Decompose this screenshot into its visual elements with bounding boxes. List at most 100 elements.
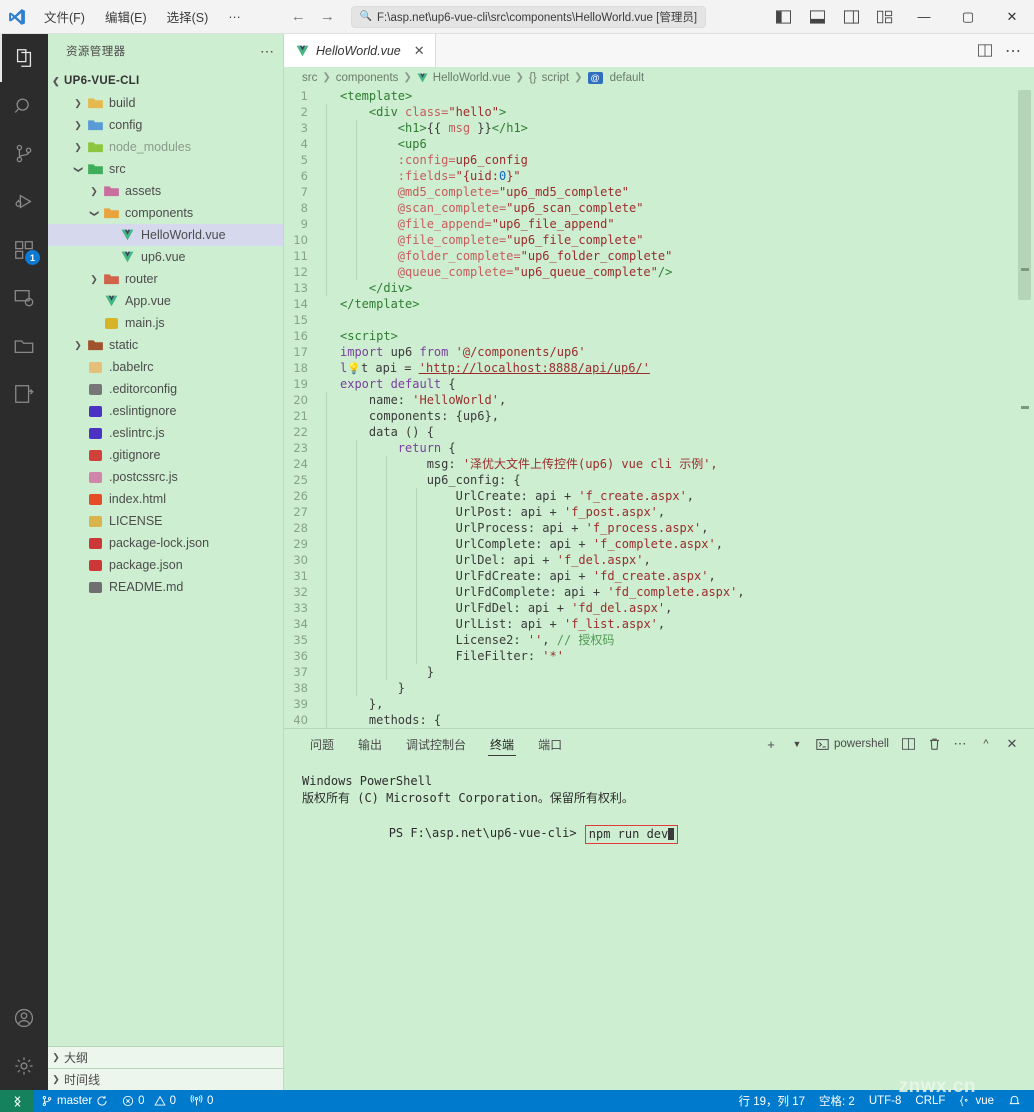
status-encoding[interactable]: UTF-8 (862, 1090, 909, 1112)
terminal-output[interactable]: Windows PowerShell 版权所有 (C) Microsoft Co… (284, 759, 1034, 860)
code-line[interactable]: 23 return { (284, 440, 1034, 456)
activity-item-remote-explorer[interactable] (0, 274, 48, 322)
code-line[interactable]: 40 methods: { (284, 712, 1034, 728)
remote-indicator-icon[interactable] (0, 1090, 34, 1112)
code-line[interactable]: 20 name: 'HelloWorld', (284, 392, 1034, 408)
code-line[interactable]: 39 }, (284, 696, 1034, 712)
activity-item-project-manager[interactable] (0, 322, 48, 370)
breadcrumb-components[interactable]: components (336, 72, 399, 84)
activity-item-source-control[interactable] (0, 130, 48, 178)
tree-file-index.html[interactable]: ❯index.html (48, 488, 283, 510)
tree-file-package.json[interactable]: ❯package.json (48, 554, 283, 576)
breadcrumb-src[interactable]: src (302, 72, 317, 84)
panel-tab-output[interactable]: 输出 (346, 729, 394, 759)
code-line[interactable]: 12 @queue_complete="up6_queue_complete"/… (284, 264, 1034, 280)
panel-tab-terminal[interactable]: 终端 (478, 729, 526, 759)
code-line[interactable]: 36 FileFilter: '*' (284, 648, 1034, 664)
code-line[interactable]: 35 License2: '', // 授权码 (284, 632, 1034, 648)
breadcrumb-file[interactable]: HelloWorld.vue (433, 72, 511, 84)
tree-file-.editorconfig[interactable]: ❯.editorconfig (48, 378, 283, 400)
code-line[interactable]: 24 msg: '泽优大文件上传控件(up6) vue cli 示例', (284, 456, 1034, 472)
tree-folder-assets[interactable]: ❯ assets (48, 180, 283, 202)
terminal-command-highlight[interactable]: npm run dev (584, 825, 679, 844)
code-line[interactable]: 31 UrlFdCreate: api + 'fd_create.aspx', (284, 568, 1034, 584)
code-line[interactable]: 19 export default { (284, 376, 1034, 392)
toggle-primary-sidebar-icon[interactable] (766, 0, 800, 34)
code-line[interactable]: 8 @scan_complete="up6_scan_complete" (284, 200, 1034, 216)
menu-file[interactable]: 文件(F) (36, 4, 93, 29)
sidebar-section-timeline[interactable]: ❯ 时间线 (48, 1068, 283, 1090)
trash-icon[interactable] (922, 731, 946, 757)
tree-folder-src[interactable]: ❮ src (48, 158, 283, 180)
sync-icon[interactable] (96, 1095, 108, 1107)
menu-edit[interactable]: 编辑(E) (97, 4, 155, 29)
toggle-secondary-sidebar-icon[interactable] (834, 0, 868, 34)
status-eol[interactable]: CRLF (908, 1090, 952, 1112)
code-line[interactable]: 34 UrlList: api + 'f_list.aspx', (284, 616, 1034, 632)
panel-tab-debug-console[interactable]: 调试控制台 (394, 729, 478, 759)
tree-folder-build[interactable]: ❯ build (48, 92, 283, 114)
code-line[interactable]: 15 (284, 312, 1034, 328)
tree-file-.gitignore[interactable]: ❯.gitignore (48, 444, 283, 466)
more-actions-icon[interactable]: ⋯ (1000, 38, 1026, 64)
code-line[interactable]: 22 data () { (284, 424, 1034, 440)
more-actions-icon[interactable]: ⋯ (260, 43, 275, 60)
split-terminal-icon[interactable] (896, 731, 920, 757)
code-line[interactable]: 4 <up6 (284, 136, 1034, 152)
close-button[interactable]: ✕ (990, 0, 1034, 34)
tree-folder-static[interactable]: ❯ static (48, 334, 283, 356)
code-line[interactable]: 7 @md5_complete="up6_md5_complete" (284, 184, 1034, 200)
code-line[interactable]: 18 l💡t api = 'http://localhost:8888/api/u… (284, 360, 1034, 376)
tree-file-.eslintrc.js[interactable]: ❯.eslintrc.js (48, 422, 283, 444)
tree-file-.eslintignore[interactable]: ❯.eslintignore (48, 400, 283, 422)
breadcrumb-default[interactable]: default (610, 72, 645, 84)
panel-tab-problems[interactable]: 问题 (298, 729, 346, 759)
activity-item-extensions[interactable]: 1 (0, 226, 48, 274)
code-line[interactable]: 27 UrlPost: api + 'f_post.aspx', (284, 504, 1034, 520)
chevron-down-icon[interactable]: ▼ (785, 731, 809, 757)
menu-bar[interactable]: 文件(F) 编辑(E) 选择(S) ··· (36, 4, 249, 29)
go-back-icon[interactable]: ← (291, 8, 306, 25)
sidebar-section-outline[interactable]: ❯ 大纲 (48, 1046, 283, 1068)
split-editor-icon[interactable] (972, 38, 998, 64)
tree-file-up6.vue[interactable]: ❯up6.vue (48, 246, 283, 268)
close-icon[interactable]: ✕ (1000, 731, 1024, 757)
tree-file-README.md[interactable]: ❯README.md (48, 576, 283, 598)
code-line[interactable]: 37 } (284, 664, 1034, 680)
code-line[interactable]: 11 @folder_complete="up6_folder_complete… (284, 248, 1034, 264)
code-line[interactable]: 6 :fields="{uid:0}" (284, 168, 1034, 184)
activity-item-code-runner[interactable] (0, 370, 48, 418)
tree-file-HelloWorld.vue[interactable]: ❯HelloWorld.vue (48, 224, 283, 246)
maximize-button[interactable]: ▢ (946, 0, 990, 34)
minimize-button[interactable]: — (902, 0, 946, 34)
tree-file-App.vue[interactable]: ❯App.vue (48, 290, 283, 312)
tree-file-package-lock.json[interactable]: ❯package-lock.json (48, 532, 283, 554)
code-line[interactable]: 38 } (284, 680, 1034, 696)
code-line[interactable]: 1 <template> (284, 88, 1034, 104)
status-cursor-position[interactable]: 行 19，列 17 (732, 1090, 812, 1112)
code-line[interactable]: 28 UrlProcess: api + 'f_process.aspx', (284, 520, 1034, 536)
more-actions-icon[interactable]: ⋯ (948, 731, 972, 757)
bell-icon[interactable] (1001, 1090, 1028, 1112)
toggle-panel-icon[interactable] (800, 0, 834, 34)
tree-file-.babelrc[interactable]: ❯.babelrc (48, 356, 283, 378)
menu-selection[interactable]: 选择(S) (159, 4, 217, 29)
code-line[interactable]: 2 <div class="hello"> (284, 104, 1034, 120)
code-editor[interactable]: 1 <template> 2 <div class="hello"> 3 <h1>{{… (284, 88, 1034, 728)
tree-folder-components[interactable]: ❮ components (48, 202, 283, 224)
code-line[interactable]: 10 @file_complete="up6_file_complete" (284, 232, 1034, 248)
code-line[interactable]: 17 import up6 from '@/components/up6' (284, 344, 1034, 360)
terminal-prompt-line[interactable]: PS F:\asp.net\up6-vue-cli> npm run dev (302, 807, 1034, 860)
navigation-buttons[interactable]: ← → (291, 8, 335, 25)
status-problems[interactable]: 0 0 (115, 1090, 183, 1112)
command-center-search[interactable]: 🔍 F:\asp.net\up6-vue-cli\src\components\… (350, 5, 706, 28)
code-line[interactable]: 14 </template> (284, 296, 1034, 312)
code-line[interactable]: 33 UrlFdDel: api + 'fd_del.aspx', (284, 600, 1034, 616)
code-line[interactable]: 3 <h1>{{ msg }}</h1> (284, 120, 1034, 136)
terminal-shell-selector[interactable]: powershell (811, 731, 894, 757)
panel-tab-ports[interactable]: 端口 (526, 729, 574, 759)
tree-folder-node_modules[interactable]: ❯ node_modules (48, 136, 283, 158)
activity-item-search[interactable] (0, 82, 48, 130)
breadcrumb-script[interactable]: script (542, 72, 569, 84)
code-line[interactable]: 29 UrlComplete: api + 'f_complete.aspx', (284, 536, 1034, 552)
